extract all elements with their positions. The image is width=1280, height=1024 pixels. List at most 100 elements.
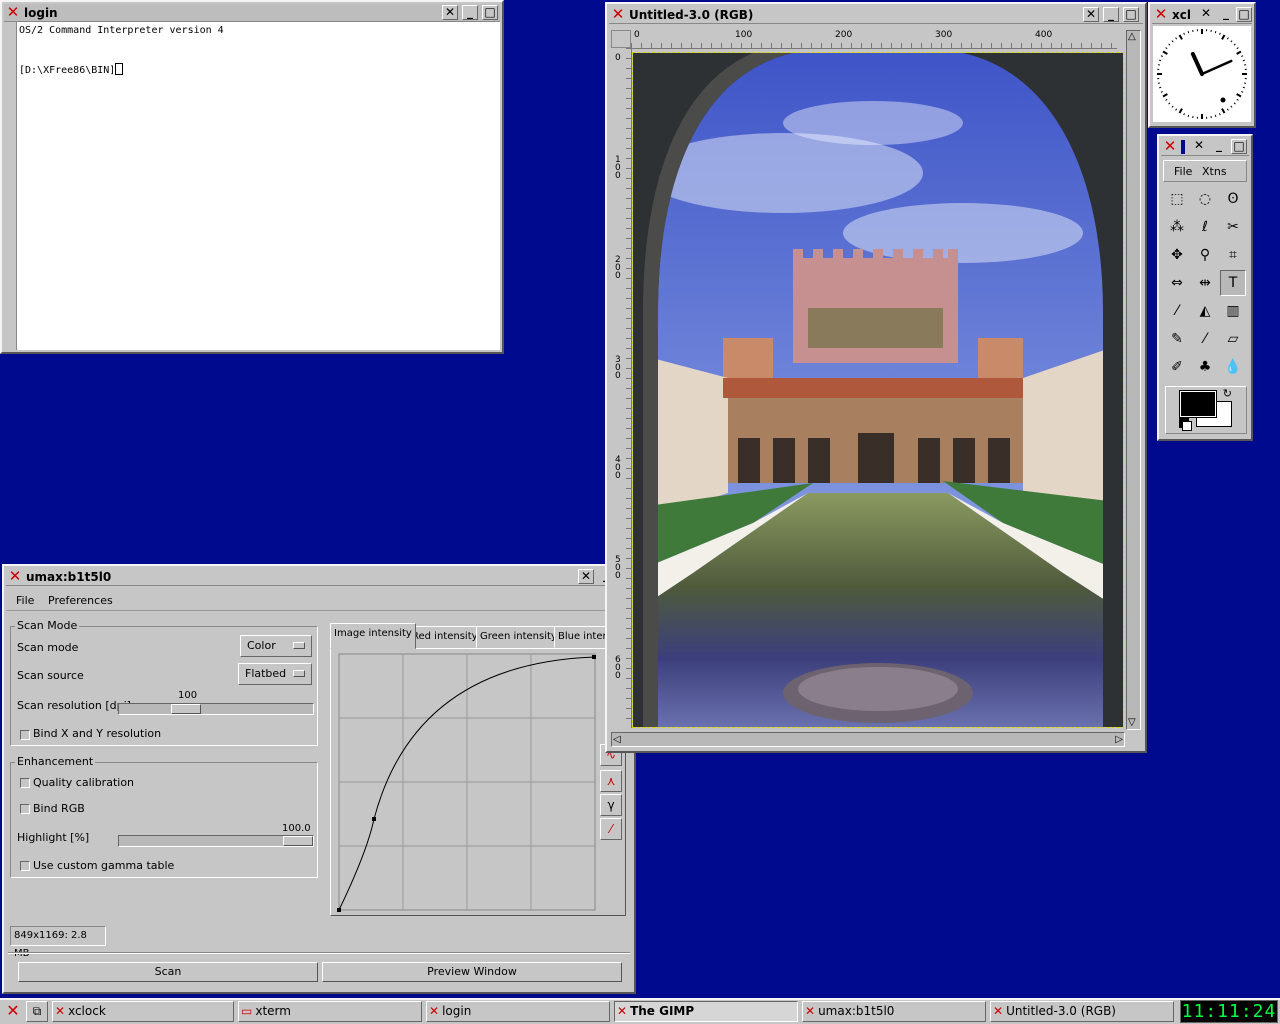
ruler-label: 400 [615, 455, 621, 481]
task-xterm[interactable]: ▭ xterm [238, 1001, 422, 1022]
scan-source-select[interactable]: Flatbed [238, 663, 312, 685]
bezier-select-icon[interactable]: ℓ [1192, 214, 1218, 240]
quality-calibration-checkbox[interactable] [20, 778, 30, 788]
option-indicator-icon [293, 670, 305, 677]
convolve-icon[interactable]: 💧 [1220, 354, 1246, 380]
minimize-icon[interactable]: _ [1218, 7, 1234, 22]
scan-resolution-slider[interactable] [118, 703, 314, 715]
transform-icon[interactable]: ⇔ [1164, 270, 1190, 296]
umax-titlebar[interactable]: ✕ umax:b1t5l0 ✕ _ [6, 568, 632, 586]
scroll-down-icon[interactable]: ▽ [1128, 718, 1136, 728]
cursor-icon [115, 63, 124, 75]
close-icon[interactable]: ✕ [1198, 7, 1214, 22]
login-title: login [24, 6, 58, 20]
highlight-slider[interactable] [118, 835, 314, 847]
swap-colors-icon[interactable]: ↻ [1223, 387, 1232, 400]
scan-mode-select[interactable]: Color [240, 635, 312, 657]
flip-icon[interactable]: ⇹ [1192, 270, 1218, 296]
vertical-scrollbar[interactable]: △ ▽ [1126, 30, 1141, 730]
text-icon[interactable]: T [1220, 270, 1246, 296]
minimize-icon[interactable]: _ [462, 5, 478, 20]
gradient-icon[interactable]: ▥ [1220, 298, 1246, 324]
task-xclock[interactable]: ✕ xclock [52, 1001, 234, 1022]
tab-green-intensity[interactable]: Green intensity [476, 626, 561, 648]
curve-tool-linear-icon[interactable]: ⁄ [600, 818, 622, 840]
clone-icon[interactable]: ♣ [1192, 354, 1218, 380]
magic-wand-icon[interactable]: ⁂ [1164, 214, 1190, 240]
rect-select-icon[interactable]: ⬚ [1164, 186, 1190, 212]
bind-xy-checkbox[interactable] [20, 730, 30, 740]
task-the-gimp[interactable]: ✕ The GIMP [614, 1001, 798, 1022]
xterm-icon: ▭ [241, 1004, 253, 1018]
scan-button[interactable]: Scan [18, 962, 318, 982]
menu-xtns[interactable]: Xtns [1202, 165, 1227, 178]
pencil-icon[interactable]: ✎ [1164, 326, 1190, 352]
minimize-icon[interactable]: _ [1103, 7, 1119, 22]
scroll-right-icon[interactable]: ▷ [1115, 733, 1123, 746]
ellipse-select-icon[interactable]: ◌ [1192, 186, 1218, 212]
slider-thumb[interactable] [171, 704, 201, 714]
close-icon[interactable]: ✕ [442, 5, 458, 20]
custom-gamma-checkbox[interactable] [20, 861, 30, 871]
scissors-icon[interactable]: ✂ [1220, 214, 1246, 240]
close-icon[interactable]: ✕ [1191, 139, 1207, 154]
horizontal-ruler[interactable]: 0 100 200 300 400 [631, 30, 1117, 49]
x-logo-icon[interactable]: ✕ [6, 5, 20, 20]
xclock-titlebar[interactable]: ✕ xcl ✕ _ □ [1152, 6, 1252, 24]
ruler-corner [611, 30, 631, 48]
crop-icon[interactable]: ⌗ [1220, 242, 1246, 268]
foreground-color-swatch[interactable] [1179, 390, 1217, 418]
toolbox-titlebar[interactable]: ✕ ✕ _ □ [1161, 138, 1249, 156]
curve-panel [330, 648, 626, 916]
paintbrush-icon[interactable]: ⁄ [1192, 326, 1218, 352]
option-indicator-icon [293, 642, 305, 649]
airbrush-icon[interactable]: ✐ [1164, 354, 1190, 380]
x-logo-icon[interactable]: ✕ [3, 1001, 23, 1022]
terminal-scrollbar[interactable] [4, 22, 17, 350]
tab-image-intensity[interactable]: Image intensity [330, 623, 416, 649]
scroll-up-icon[interactable]: △ [1128, 32, 1136, 42]
bind-rgb-checkbox[interactable] [20, 804, 30, 814]
vertical-ruler[interactable]: 0 100 200 300 400 500 600 [611, 48, 632, 728]
menu-file[interactable]: File [16, 594, 34, 607]
maximize-icon[interactable]: □ [1231, 139, 1247, 154]
image-canvas[interactable] [632, 52, 1124, 728]
close-icon[interactable]: ✕ [578, 569, 594, 584]
preview-window-button[interactable]: Preview Window [322, 962, 622, 982]
image-titlebar[interactable]: ✕ Untitled-3.0 (RGB) ✕ _ □ [609, 6, 1143, 24]
x-logo-icon[interactable]: ✕ [1154, 7, 1168, 22]
eraser-icon[interactable]: ▱ [1220, 326, 1246, 352]
maximize-icon[interactable]: □ [482, 5, 498, 20]
gamma-curve-graph[interactable] [337, 652, 597, 914]
move-icon[interactable]: ✥ [1164, 242, 1190, 268]
login-titlebar[interactable]: ✕ login ✕ _ □ [4, 4, 500, 22]
ruler-label: 300 [935, 30, 953, 40]
scroll-left-icon[interactable]: ◁ [613, 733, 621, 746]
bucket-fill-icon[interactable]: ◭ [1192, 298, 1218, 324]
magnify-icon[interactable]: ⚲ [1192, 242, 1218, 268]
curve-tool-smooth-curve-icon[interactable]: ⋏ [600, 770, 622, 792]
menu-preferences[interactable]: Preferences [48, 594, 113, 607]
x-logo-icon[interactable]: ✕ [1163, 139, 1177, 154]
maximize-icon[interactable]: □ [1236, 7, 1252, 22]
minimize-icon[interactable]: _ [1211, 139, 1227, 154]
ruler-label: 200 [615, 255, 621, 281]
default-colors-icon[interactable] [1182, 421, 1192, 431]
terminal-area[interactable]: OS/2 Command Interpreter version 4 [D:\X… [17, 22, 500, 350]
x-logo-icon[interactable]: ✕ [8, 569, 22, 584]
task-umax-b1t5l0[interactable]: ✕ umax:b1t5l0 [802, 1001, 986, 1022]
menu-file[interactable]: File [1174, 165, 1192, 178]
task-login[interactable]: ✕ login [426, 1001, 610, 1022]
curve-tool-gamma-icon[interactable]: γ [600, 794, 622, 816]
task-label: Untitled-3.0 (RGB) [1006, 1004, 1116, 1018]
tab-red-intensity[interactable]: Red intensity [408, 626, 482, 648]
window-list-icon[interactable]: ⧉ [26, 1001, 48, 1022]
color-picker-icon[interactable]: ⁄ [1164, 298, 1190, 324]
close-icon[interactable]: ✕ [1083, 7, 1099, 22]
task-untitled-3-0-rgb-[interactable]: ✕ Untitled-3.0 (RGB) [990, 1001, 1174, 1022]
lasso-icon[interactable]: ʘ [1220, 186, 1246, 212]
horizontal-scrollbar[interactable]: ◁ ▷ [611, 732, 1125, 747]
slider-thumb[interactable] [283, 836, 313, 846]
x-logo-icon[interactable]: ✕ [611, 7, 625, 22]
maximize-icon[interactable]: □ [1123, 7, 1139, 22]
